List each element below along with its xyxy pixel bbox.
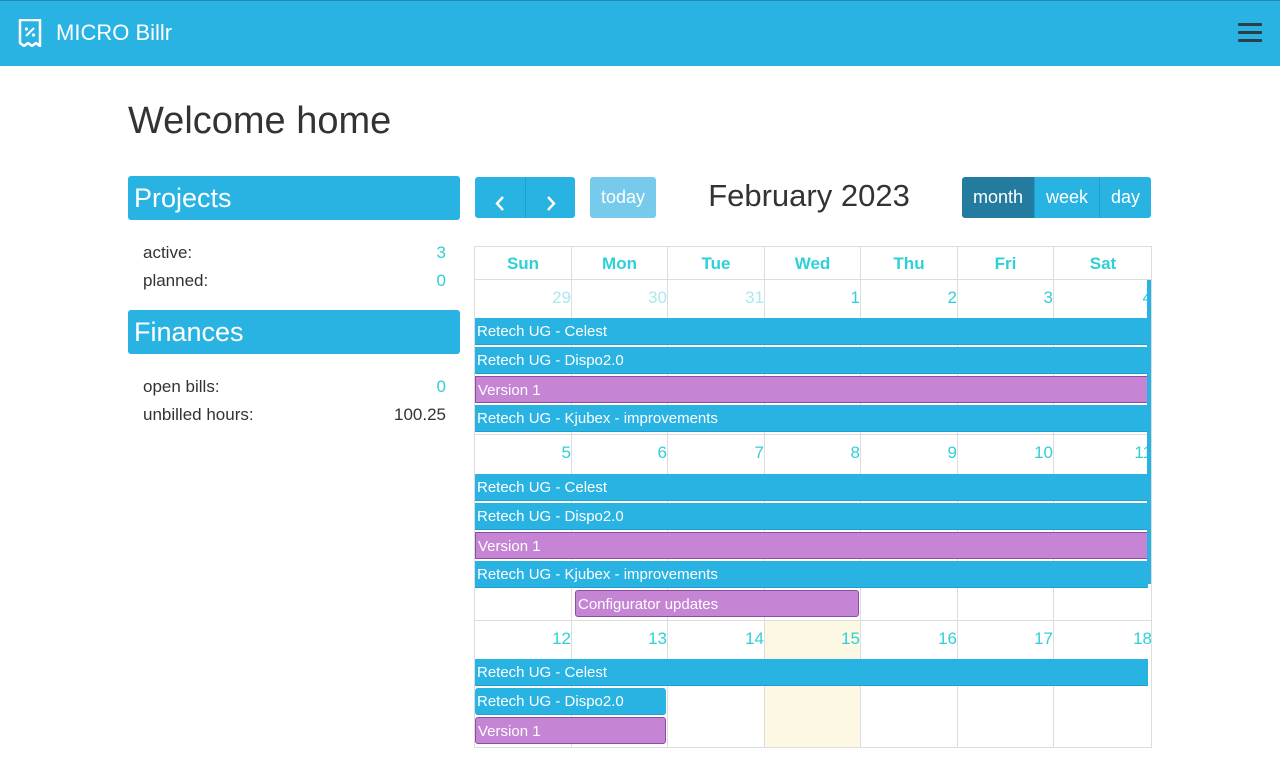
chevron-right-icon bbox=[546, 196, 556, 211]
calendar-event[interactable]: Version 1 bbox=[475, 532, 1148, 559]
projects-active-row: active: 3 bbox=[143, 241, 446, 265]
day-number: 10 bbox=[1034, 443, 1053, 462]
day-number: 12 bbox=[552, 629, 571, 648]
planned-value: 0 bbox=[436, 271, 446, 290]
hamburger-menu-icon[interactable] bbox=[1236, 21, 1264, 45]
weekday-header: Wed bbox=[765, 247, 861, 280]
calendar-event[interactable]: Retech UG - Celest bbox=[475, 659, 1148, 686]
weekday-header: Fri bbox=[958, 247, 1054, 280]
day-number: 5 bbox=[561, 443, 571, 462]
day-number: 17 bbox=[1034, 629, 1053, 648]
week-view-button[interactable]: week bbox=[1034, 177, 1099, 218]
open-bills-label: open bills: bbox=[143, 377, 220, 396]
day-number: 9 bbox=[947, 443, 957, 462]
top-navbar: MICRO Billr bbox=[0, 0, 1280, 66]
day-number: 16 bbox=[938, 629, 957, 648]
day-number: 29 bbox=[552, 288, 571, 307]
weekday-header: Tue bbox=[668, 247, 765, 280]
day-number: 3 bbox=[1043, 288, 1053, 307]
calendar-event[interactable]: Retech UG - Celest bbox=[475, 318, 1148, 345]
month-calendar-grid: Sun Mon Tue Wed Thu Fri Sat 29 30 31 1 2… bbox=[474, 246, 1152, 748]
day-number: 1 bbox=[850, 288, 860, 307]
calendar-event[interactable]: Retech UG - Kjubex - improvements bbox=[475, 405, 1148, 432]
projects-header: Projects bbox=[128, 176, 460, 220]
event-scroll-indicator bbox=[1147, 280, 1151, 584]
unbilled-hours-row: unbilled hours: 100.25 bbox=[143, 403, 446, 427]
day-number: 15 bbox=[841, 629, 860, 648]
weekday-header: Mon bbox=[572, 247, 668, 280]
calendar-event[interactable]: Retech UG - Dispo2.0 bbox=[475, 347, 1148, 374]
day-number: 6 bbox=[657, 443, 667, 462]
weekday-header: Sat bbox=[1054, 247, 1151, 280]
chevron-left-icon bbox=[495, 196, 504, 211]
weekday-header: Sun bbox=[475, 247, 572, 280]
day-view-button[interactable]: day bbox=[1099, 177, 1151, 218]
day-number: 8 bbox=[850, 443, 860, 462]
day-number: 7 bbox=[754, 443, 764, 462]
calendar-event[interactable]: Retech UG - Dispo2.0 bbox=[475, 503, 1148, 530]
planned-label: planned: bbox=[143, 271, 209, 290]
calendar-event[interactable]: Version 1 bbox=[475, 376, 1148, 403]
today-button[interactable]: today bbox=[590, 177, 656, 218]
calendar-event[interactable]: Retech UG - Dispo2.0 bbox=[475, 688, 666, 715]
brand-name[interactable]: MICRO Billr bbox=[56, 20, 172, 46]
weekday-header: Thu bbox=[861, 247, 958, 280]
calendar-event[interactable]: Version 1 bbox=[475, 717, 666, 744]
finances-header: Finances bbox=[128, 310, 460, 354]
calendar-event[interactable]: Retech UG - Celest bbox=[475, 474, 1148, 501]
calendar-event[interactable]: Configurator updates bbox=[575, 590, 859, 617]
calendar-event[interactable]: Retech UG - Kjubex - improvements bbox=[475, 561, 1148, 588]
open-bills-row: open bills: 0 bbox=[143, 375, 446, 399]
day-number: 31 bbox=[745, 288, 764, 307]
day-number: 30 bbox=[648, 288, 667, 307]
day-number: 14 bbox=[745, 629, 764, 648]
next-month-button[interactable] bbox=[525, 177, 575, 218]
day-number: 13 bbox=[648, 629, 667, 648]
day-number: 18 bbox=[1133, 629, 1152, 648]
calendar-title: February 2023 bbox=[708, 178, 910, 213]
unbilled-hours-value: 100.25 bbox=[394, 405, 446, 424]
receipt-percent-icon[interactable] bbox=[18, 19, 42, 47]
projects-planned-row: planned: 0 bbox=[143, 269, 446, 293]
prev-month-button[interactable] bbox=[475, 177, 525, 218]
page-title: Welcome home bbox=[128, 100, 392, 142]
day-number: 2 bbox=[947, 288, 957, 307]
month-view-button[interactable]: month bbox=[962, 177, 1034, 218]
active-value: 3 bbox=[436, 243, 446, 262]
unbilled-hours-label: unbilled hours: bbox=[143, 405, 254, 424]
active-label: active: bbox=[143, 243, 193, 262]
open-bills-value: 0 bbox=[436, 377, 446, 396]
